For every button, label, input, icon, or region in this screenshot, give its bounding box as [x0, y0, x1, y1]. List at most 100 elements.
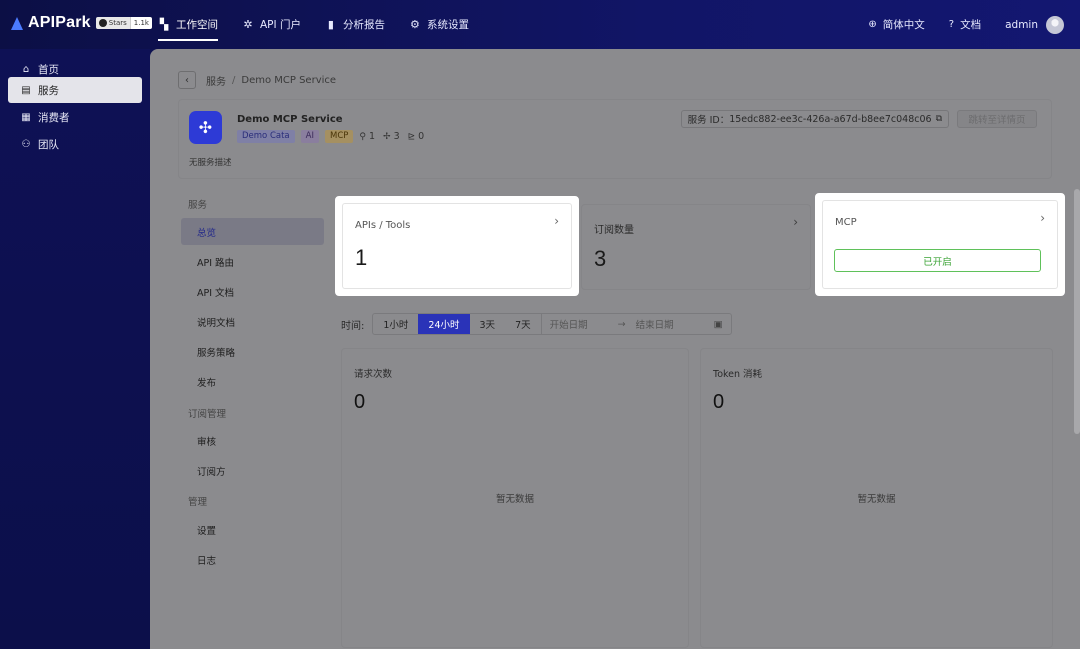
api-count: ⚲ 1 [359, 131, 376, 142]
subnav-item-logs[interactable]: 日志 [181, 546, 324, 573]
team-icon: ⚇ [21, 138, 31, 150]
subscriptions-card[interactable]: 订阅数量 3 › [581, 204, 811, 290]
card-value: 3 [594, 246, 607, 271]
sidebar-item-teams[interactable]: ⚇ 团队 [8, 131, 142, 157]
goto-detail-button[interactable]: 跳转至详情页 [957, 110, 1037, 128]
copy-icon[interactable]: ⧉ [936, 114, 942, 124]
tokens-panel: Token 消耗 0 暂无数据 [700, 348, 1053, 648]
breadcrumb-separator: / [232, 74, 236, 86]
line-chart-icon: ⊵ [407, 131, 416, 142]
chevron-left-icon: ‹ [185, 74, 189, 86]
subnav-item-settings[interactable]: 设置 [181, 516, 324, 543]
app-logo[interactable]: APIPark Stars 1.1k [10, 14, 152, 32]
sidebar-item-services[interactable]: ▤ 服务 [8, 77, 142, 103]
service-name: Demo MCP Service [237, 114, 343, 125]
date-range-picker[interactable]: 开始日期 → 结束日期 ▣ [540, 314, 731, 334]
time-filter-label: 时间: [341, 320, 365, 332]
category-tag: Demo Cata [237, 130, 295, 143]
card-label: 订阅数量 [594, 225, 634, 236]
card-label: APIs / Tools [355, 220, 411, 231]
grid-icon: ▦ [21, 111, 31, 123]
subnav-group-subscription: 订阅管理 [188, 409, 227, 420]
subnav-item-api-route[interactable]: API 路由 [181, 248, 324, 275]
subnav-item-policy[interactable]: 服务策略 [181, 338, 324, 365]
range-1h[interactable]: 1小时 [373, 314, 418, 334]
range-3d[interactable]: 3天 [470, 314, 506, 334]
nodes-icon: ✢ [383, 131, 391, 142]
github-icon [98, 19, 107, 27]
range-24h[interactable]: 24小时 [418, 314, 470, 334]
empty-state: 暂无数据 [495, 494, 534, 505]
top-right-menu: ⊕ 简体中文 ? 文档 admin [844, 0, 1064, 49]
main-nav: ▚ 工作空间 ✲ API 门户 ▮ 分析报告 ⚙ 系统设置 [158, 0, 493, 49]
docs-link[interactable]: ? 文档 [949, 17, 981, 32]
sidebar: ⌂ 首页 ▤ 服务 ▦ 消费者 ⚇ 团队 [0, 49, 150, 649]
github-stars-badge[interactable]: Stars 1.1k [95, 17, 152, 29]
gear-icon: ⚙ [410, 18, 420, 31]
panel-title: 请求次数 [354, 369, 393, 380]
time-filter: 时间: 1小时 24小时 3天 7天 开始日期 → 结束日期 ▣ [341, 313, 732, 335]
apis-tools-card[interactable]: APIs / Tools 1 › [335, 196, 579, 296]
mcp-card[interactable]: MCP › 已开启 [815, 193, 1065, 296]
subnav-group-management: 管理 [188, 497, 208, 508]
range-7d[interactable]: 7天 [505, 314, 541, 334]
arrow-right-icon: → [617, 318, 626, 330]
ai-tag: AI [300, 130, 319, 143]
card-label: MCP [835, 217, 857, 228]
help-icon: ? [948, 19, 955, 30]
card-value: 1 [355, 245, 368, 270]
scrollbar[interactable] [1074, 189, 1080, 434]
globe-icon: ⊕ [868, 19, 877, 30]
subnav-item-overview[interactable]: 总览 [181, 218, 324, 245]
brand-name: APIPark [28, 14, 91, 31]
panel-value: 0 [354, 391, 366, 413]
avatar [1046, 15, 1064, 34]
service-tags: Demo Cata AI MCP ⚲ 1 ✢ 3 ⊵ 0 [237, 130, 432, 143]
top-bar: APIPark Stars 1.1k ▚ 工作空间 ✲ API 门户 ▮ 分析报… [0, 0, 1080, 49]
apipark-logo-icon [10, 15, 26, 31]
bar-chart-icon: ▮ [327, 18, 334, 31]
service-id-value: 15edc882-ee3c-426a-a67d-b8ee7c048c06 [729, 113, 932, 125]
nav-analytics[interactable]: ▮ 分析报告 [325, 0, 385, 49]
sidebar-item-consumers[interactable]: ▦ 消费者 [8, 104, 142, 130]
service-description: 无服务描述 [189, 158, 232, 168]
main-content: ‹ 服务 / Demo MCP Service ✣ Demo MCP Servi… [150, 49, 1080, 649]
dashboard-icon: ▚ [159, 18, 169, 31]
end-date-input[interactable]: 结束日期 [636, 317, 674, 331]
requests-panel: 请求次数 0 暂无数据 [341, 348, 689, 648]
username: admin [1005, 18, 1038, 31]
service-header-card: ✣ Demo MCP Service Demo Cata AI MCP ⚲ 1 ✢… [178, 99, 1052, 179]
breadcrumb: ‹ 服务 / Demo MCP Service [178, 71, 336, 89]
nav-settings[interactable]: ⚙ 系统设置 [409, 0, 469, 49]
panel-title: Token 消耗 [713, 369, 763, 380]
service-id: 服务 ID： 15edc882-ee3c-426a-a67d-b8ee7c048… [680, 110, 949, 128]
calendar-icon[interactable]: ▣ [714, 319, 723, 330]
service-logo-icon: ✣ [189, 111, 222, 144]
nav-api-portal[interactable]: ✲ API 门户 [242, 0, 301, 49]
time-range-selector: 1小时 24小时 3天 7天 开始日期 → 结束日期 ▣ [372, 313, 732, 335]
home-icon: ⌂ [22, 63, 30, 75]
github-star-count: 1.1k [129, 17, 152, 29]
service-icon: ▤ [21, 84, 31, 96]
subnav-item-subscribers[interactable]: 订阅方 [181, 457, 324, 484]
subscriber-count: ✢ 3 [383, 131, 400, 142]
chevron-right-icon: › [1040, 211, 1045, 225]
back-button[interactable]: ‹ [178, 71, 196, 89]
start-date-input[interactable]: 开始日期 [550, 317, 588, 331]
chevron-right-icon: › [793, 215, 798, 229]
subnav-item-review[interactable]: 审核 [181, 427, 324, 454]
link-icon: ⚲ [359, 131, 366, 142]
panel-value: 0 [713, 391, 725, 413]
network-icon: ✲ [243, 18, 253, 31]
mcp-enabled-button[interactable]: 已开启 [834, 249, 1041, 272]
user-menu[interactable]: admin [1005, 15, 1064, 34]
chevron-right-icon: › [554, 214, 559, 228]
language-switch[interactable]: ⊕ 简体中文 [868, 17, 924, 32]
nav-workspace[interactable]: ▚ 工作空间 [158, 0, 218, 49]
subnav-item-api-doc[interactable]: API 文档 [181, 278, 324, 305]
empty-state: 暂无数据 [857, 494, 896, 505]
breadcrumb-parent[interactable]: 服务 [206, 73, 226, 88]
subnav-item-publish[interactable]: 发布 [181, 368, 324, 395]
subnav-item-readme[interactable]: 说明文档 [181, 308, 324, 335]
breadcrumb-current: Demo MCP Service [241, 74, 337, 86]
